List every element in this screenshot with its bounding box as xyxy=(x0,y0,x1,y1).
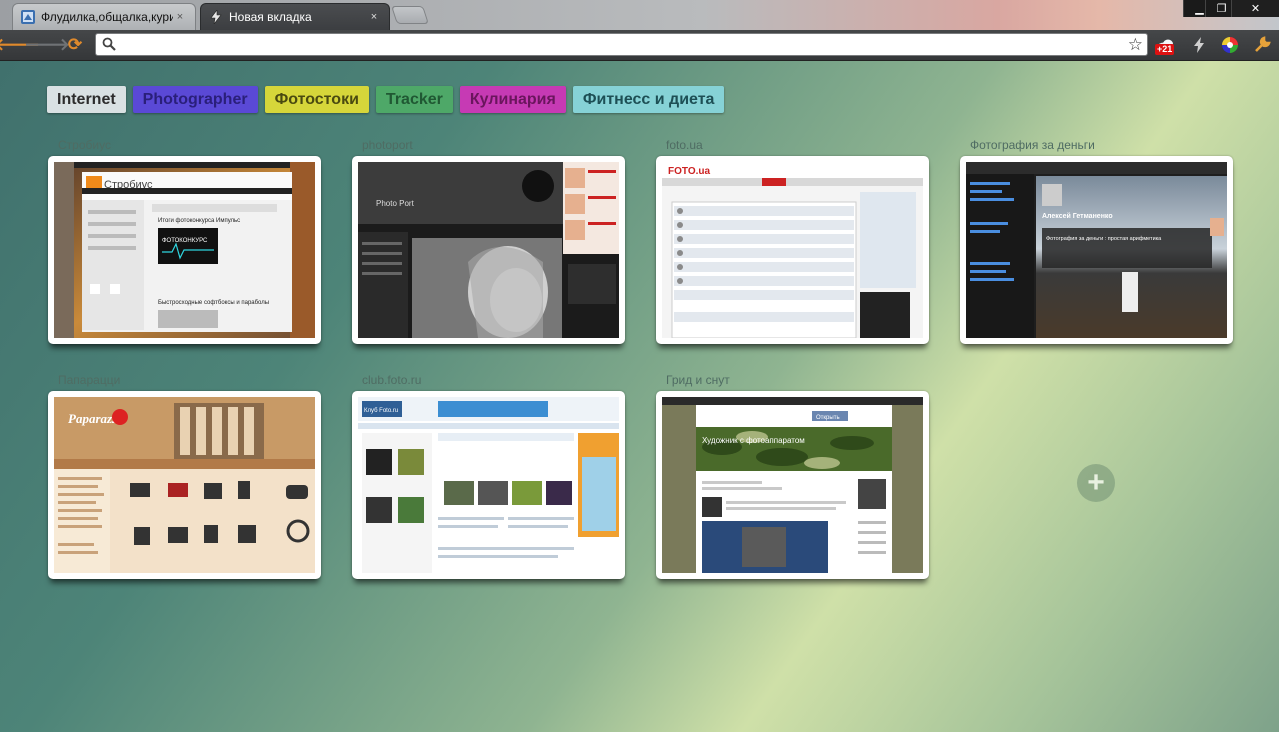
site-thumbnail: Paparazzi xyxy=(54,397,315,573)
group-tab-fitness[interactable]: Фитнесс и диета xyxy=(572,86,725,113)
group-tab-photographer[interactable]: Photographer xyxy=(132,86,258,113)
thumb-text: Клуб Foto.ru xyxy=(364,408,398,414)
dial-frame: Paparazzi xyxy=(48,391,321,579)
speed-dial-extension-icon[interactable] xyxy=(1188,34,1210,56)
group-tab-tracker[interactable]: Tracker xyxy=(375,86,453,113)
weather-badge: +21 xyxy=(1155,44,1175,55)
site-thumbnail: Открыть Художник с фотоаппаратом xyxy=(662,397,923,573)
address-input[interactable] xyxy=(122,36,1112,53)
toolbar: 🡐 🡒 ⟳ ☆ xyxy=(0,30,1279,61)
tab-title: Новая вкладка xyxy=(229,10,312,24)
thumb-text: Фотография за деньги : простая арифметик… xyxy=(1046,236,1162,242)
thumb-text: FOTO.ua xyxy=(668,166,710,177)
address-bar[interactable]: ☆ xyxy=(95,33,1148,56)
dial-title: Грид и снут xyxy=(666,373,730,387)
dial-title: foto.ua xyxy=(666,138,703,152)
group-tab-internet[interactable]: Internet xyxy=(47,86,126,113)
tab-flood[interactable]: Флудилка,общалка,курил × xyxy=(12,3,196,30)
tab-close-icon[interactable]: × xyxy=(367,11,381,23)
site-thumbnail: Клуб Foto.ru xyxy=(358,397,619,573)
tab-close-icon[interactable]: × xyxy=(173,11,187,23)
dial-frame: Photo Port xyxy=(352,156,625,344)
lightning-icon xyxy=(210,10,222,24)
search-icon xyxy=(102,37,116,51)
dial-title: Фотография за деньги xyxy=(970,138,1095,152)
thumb-text: Алексей Гетманенко xyxy=(1042,212,1113,220)
bookmark-star-icon[interactable]: ☆ xyxy=(1128,35,1143,54)
dial-frame: FOTO.ua xyxy=(656,156,929,344)
site-thumbnail: Стробиус Итоги фотоконкурса Импульс ФОТО… xyxy=(54,162,315,338)
lightning-icon xyxy=(1194,37,1204,53)
thumb-text: ФОТОКОНКУРС xyxy=(162,238,208,244)
group-tab-kulinaria[interactable]: Кулинария xyxy=(459,86,566,113)
site-thumbnail: Алексей Гетманенко Фотография за деньги … xyxy=(966,162,1227,338)
thumb-text: Художник с фотоаппаратом xyxy=(702,436,805,445)
tab-strip: Флудилка,общалка,курил × Новая вкладка ×… xyxy=(0,0,1279,30)
wrench-menu-button[interactable] xyxy=(1251,34,1273,56)
close-window-button[interactable]: ✕ xyxy=(1231,0,1279,17)
site-favicon-icon xyxy=(21,10,35,24)
dial-title: photoport xyxy=(362,138,413,152)
site-thumbnail: FOTO.ua xyxy=(662,162,923,338)
reload-button[interactable]: ⟳ xyxy=(63,34,87,56)
dial-frame: Открыть Художник с фотоаппаратом xyxy=(656,391,929,579)
dial-title: Стробиус xyxy=(58,138,111,152)
thumb-text: Открыть xyxy=(816,415,840,421)
dial-title: Папарацци xyxy=(58,373,121,387)
new-tab-button[interactable] xyxy=(391,6,429,24)
thumb-text: Итоги фотоконкурса Импульс xyxy=(158,218,240,224)
forward-button[interactable]: 🡒 xyxy=(24,34,70,56)
thumb-text: Быстросходные софтбоксы и параболы xyxy=(158,300,269,306)
color-picker-extension-icon[interactable] xyxy=(1219,34,1241,56)
color-wheel-icon xyxy=(1222,37,1238,53)
group-tab-fotostoki[interactable]: Фотостоки xyxy=(264,86,369,113)
dial-frame: Алексей Гетманенко Фотография за деньги … xyxy=(960,156,1233,344)
site-thumbnail: Photo Port xyxy=(358,162,619,338)
thumb-text: Photo Port xyxy=(376,199,415,208)
dial-title: club.foto.ru xyxy=(362,373,422,387)
tab-new-tab[interactable]: Новая вкладка × xyxy=(200,3,390,30)
tab-title: Флудилка,общалка,курил xyxy=(41,10,173,24)
wrench-icon xyxy=(1255,36,1271,52)
dial-frame: Стробиус Итоги фотоконкурса Импульс ФОТО… xyxy=(48,156,321,344)
speed-dial-groups: Internet Photographer Фотостоки Tracker … xyxy=(47,86,725,113)
add-dial-button[interactable]: + xyxy=(1077,464,1115,502)
dial-frame: Клуб Foto.ru xyxy=(352,391,625,579)
